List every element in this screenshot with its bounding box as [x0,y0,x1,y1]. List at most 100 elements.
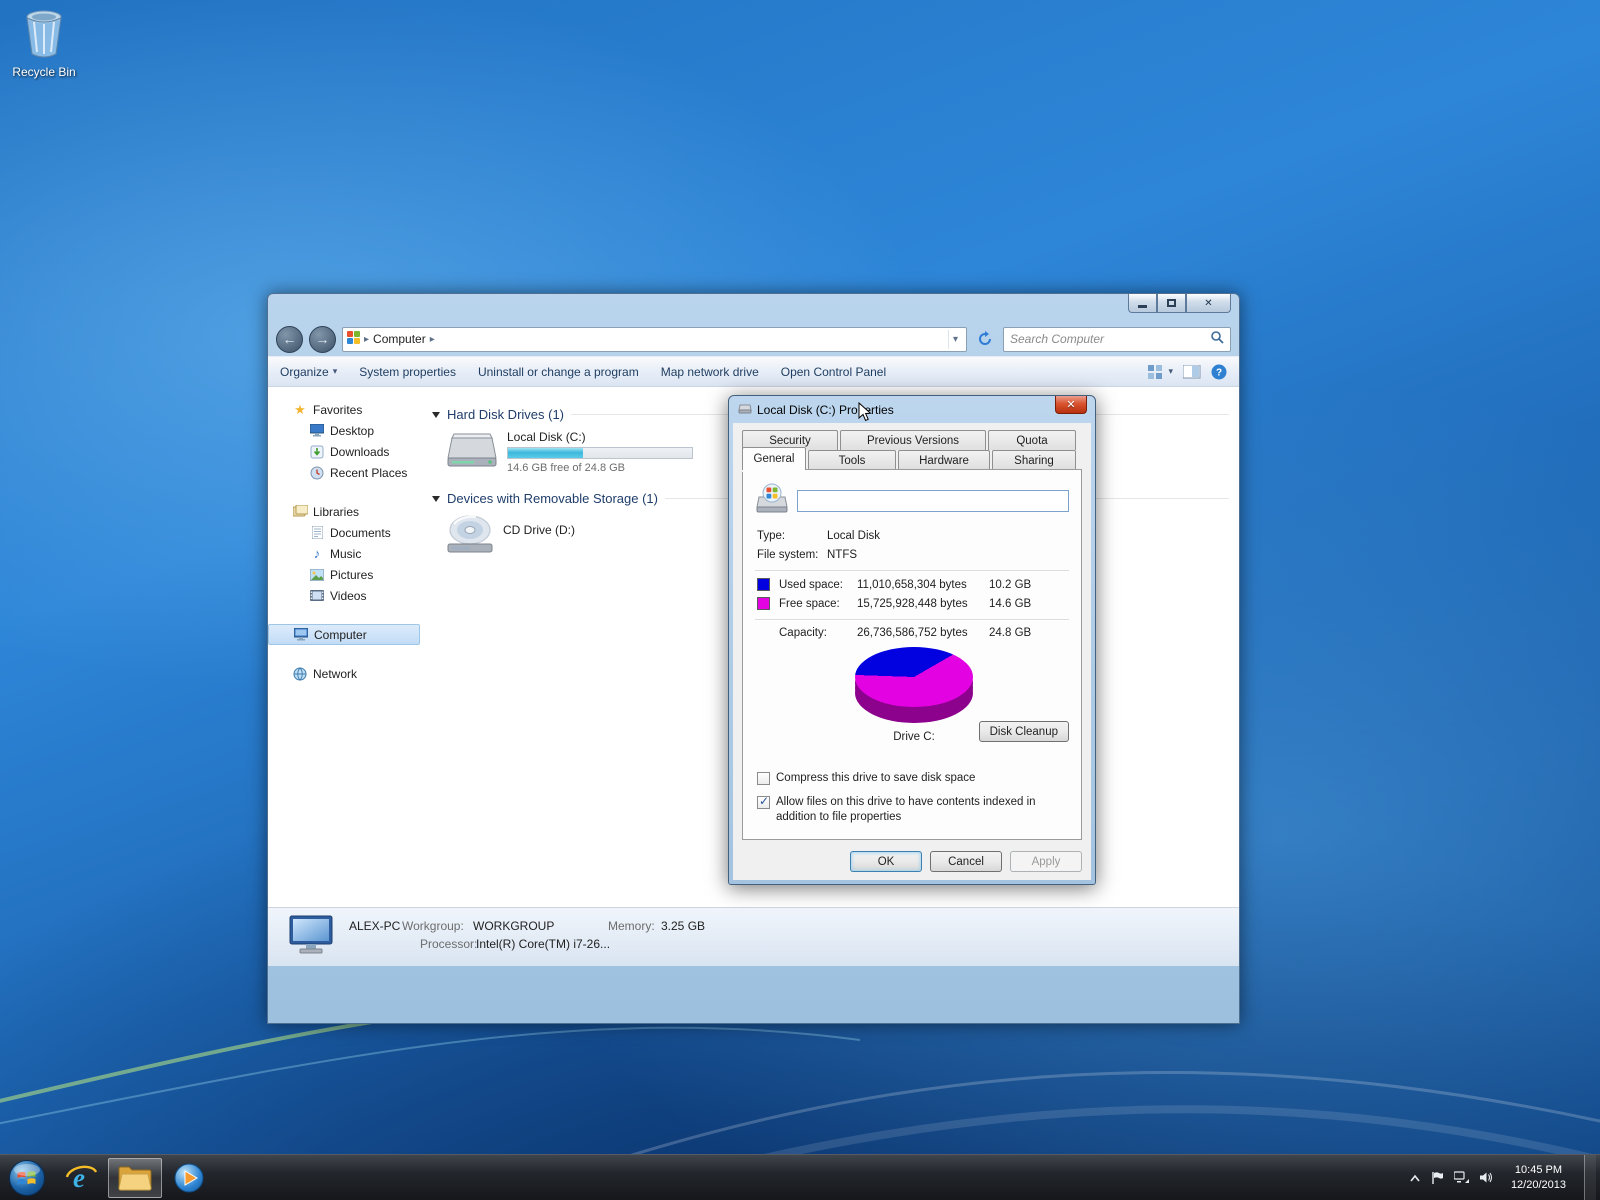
breadcrumb[interactable]: Computer [373,332,426,346]
used-space-gb: 10.2 GB [989,579,1049,591]
system-properties-button[interactable]: System properties [359,365,456,379]
index-checkbox[interactable]: ✓ [757,796,770,809]
search-icon[interactable] [1210,330,1224,349]
breadcrumb-chevron-icon: ▸ [364,334,369,345]
pie-chart-label: Drive C: [855,731,973,743]
general-tab-page: Type: Local Disk File system: NTFS Used … [742,469,1082,840]
download-icon [309,444,325,460]
taskbar-clock[interactable]: 10:45 PM 12/20/2013 [1503,1163,1574,1193]
star-icon: ★ [292,402,308,418]
desktop-icon [309,423,325,439]
close-button[interactable]: ✕ [1186,294,1231,313]
sidebar-item-pictures[interactable]: Pictures [268,564,424,585]
desktop: Recycle Bin ✕ ← → [0,0,1600,1200]
dialog-close-button[interactable]: ✕ [1055,396,1087,414]
computer-name: ALEX-PC [349,919,400,933]
media-player-button[interactable] [162,1157,216,1199]
sidebar-item-music[interactable]: ♪ Music [268,543,424,564]
drive-usage-fill [508,448,583,458]
maximize-button[interactable] [1157,294,1186,313]
drive-windows-icon [755,483,789,518]
sidebar-item-downloads[interactable]: Downloads [268,441,424,462]
show-desktop-button[interactable] [1584,1155,1596,1200]
chevron-down-icon: ▾ [333,366,338,377]
type-value: Local Disk [827,530,880,542]
volume-icon[interactable] [1479,1171,1493,1184]
chevron-down-icon: ▾ [1168,366,1173,377]
tab-hardware[interactable]: Hardware [898,450,990,470]
picture-icon [309,567,325,583]
organize-label: Organize [280,365,329,379]
search-input[interactable] [1010,332,1210,346]
index-checkbox-row[interactable]: ✓ Allow files on this drive to have cont… [757,795,1069,824]
drive-c-label: Local Disk (C:) [507,430,693,444]
address-bar[interactable]: ▸ Computer ▸ ▾ [342,327,967,352]
computer-large-icon [288,914,334,961]
open-control-panel-button[interactable]: Open Control Panel [781,365,886,379]
details-pane: ALEX-PC Workgroup: WORKGROUP Memory: 3.2… [268,907,1239,966]
capacity-gb: 24.8 GB [989,627,1049,639]
compress-checkbox[interactable] [757,772,770,785]
sidebar-item-recent-places[interactable]: Recent Places [268,462,424,483]
clock-time: 10:45 PM [1511,1163,1566,1178]
sidebar-item-libraries[interactable]: Libraries [268,501,424,522]
cd-drive-icon [446,512,494,561]
network-icon [292,666,308,682]
filesystem-label: File system: [757,549,827,561]
free-space-label: Free space: [779,598,857,610]
sidebar-item-videos[interactable]: Videos [268,585,424,606]
sidebar-item-favorites[interactable]: ★ Favorites [268,399,424,420]
ok-button[interactable]: OK [850,851,922,872]
dialog-title: Local Disk (C:) Properties [757,403,894,417]
volume-label-input[interactable] [797,490,1069,512]
cancel-button[interactable]: Cancel [930,851,1002,872]
collapse-triangle-icon[interactable] [432,496,440,502]
start-button[interactable] [0,1157,54,1199]
network-icon[interactable] [1454,1171,1469,1184]
sidebar-item-network[interactable]: Network [268,663,424,684]
used-swatch [757,578,770,591]
free-space-gb: 14.6 GB [989,598,1049,610]
back-button[interactable]: ← [276,326,303,353]
used-space-label: Used space: [779,579,857,591]
memory-value: 3.25 GB [661,919,705,933]
workgroup-label: Workgroup: [402,919,464,933]
internet-explorer-button[interactable]: e [54,1157,108,1199]
navigation-pane: ★ Favorites Desktop Downloads [268,387,424,966]
tab-tools[interactable]: Tools [808,450,896,470]
sidebar-item-computer[interactable]: Computer [268,624,420,645]
apply-button[interactable]: Apply [1010,851,1082,872]
drive-usage-bar [507,447,693,459]
compress-checkbox-row[interactable]: Compress this drive to save disk space [757,771,1069,785]
disk-usage-pie-chart: Drive C: Disk Cleanup [743,645,1081,761]
processor-value: Intel(R) Core(TM) i7-26... [476,937,610,951]
tab-general[interactable]: General [742,447,806,470]
svg-text:?: ? [1216,367,1222,378]
tab-sharing[interactable]: Sharing [992,450,1076,470]
forward-button[interactable]: → [309,326,336,353]
address-dropdown-icon[interactable]: ▾ [948,330,962,349]
minimize-button[interactable] [1128,294,1157,313]
drive-c-free-text: 14.6 GB free of 24.8 GB [507,462,693,474]
computer-icon [293,627,309,643]
organize-button[interactable]: Organize ▾ [280,365,337,379]
uninstall-program-button[interactable]: Uninstall or change a program [478,365,639,379]
windows-explorer-button[interactable] [108,1158,162,1198]
recycle-bin[interactable]: Recycle Bin [6,8,82,79]
views-button[interactable]: ▾ [1148,365,1173,379]
sidebar-item-desktop[interactable]: Desktop [268,420,424,441]
help-icon[interactable]: ? [1211,364,1227,380]
preview-pane-button[interactable] [1183,365,1201,379]
refresh-button[interactable] [973,327,997,352]
drive-small-icon [738,401,752,419]
collapse-triangle-icon[interactable] [432,412,440,418]
sidebar-item-documents[interactable]: Documents [268,522,424,543]
map-network-drive-button[interactable]: Map network drive [661,365,759,379]
show-hidden-icons-button[interactable] [1409,1174,1421,1182]
windows-flag-icon [347,331,360,347]
pie-top [855,647,973,707]
disk-cleanup-button[interactable]: Disk Cleanup [979,721,1069,742]
action-center-flag-icon[interactable] [1431,1171,1444,1185]
type-label: Type: [757,530,827,542]
index-checkbox-label: Allow files on this drive to have conten… [776,795,1069,824]
